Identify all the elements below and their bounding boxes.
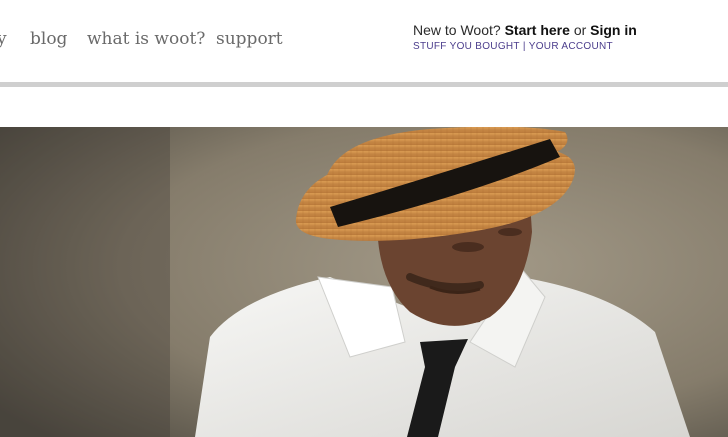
nav-item-partial[interactable]: y	[0, 27, 7, 51]
your-account-link[interactable]: YOUR ACCOUNT	[529, 41, 613, 52]
account-area: New to Woot? Start here or Sign in STUFF…	[413, 21, 637, 54]
nav-item-blog[interactable]: blog	[30, 27, 67, 51]
hero-banner[interactable]	[0, 127, 728, 437]
start-here-link[interactable]: Start here	[505, 22, 570, 38]
account-greeting: New to Woot? Start here or Sign in	[413, 21, 637, 39]
new-to-woot-text: New to Woot?	[413, 22, 501, 38]
sign-in-link[interactable]: Sign in	[590, 22, 637, 38]
account-links: STUFF YOU BOUGHT | YOUR ACCOUNT	[413, 40, 637, 54]
or-text: or	[573, 22, 587, 38]
stuff-you-bought-link[interactable]: STUFF YOU BOUGHT	[413, 41, 520, 52]
header-divider	[0, 82, 728, 87]
top-bar: y blog what is woot? support New to Woot…	[0, 0, 728, 82]
man-in-fedora-photo-icon	[0, 127, 728, 437]
account-links-separator: |	[522, 41, 526, 52]
nav-item-support[interactable]: support	[216, 27, 283, 51]
nav-item-what-is-woot[interactable]: what is woot?	[87, 27, 205, 51]
